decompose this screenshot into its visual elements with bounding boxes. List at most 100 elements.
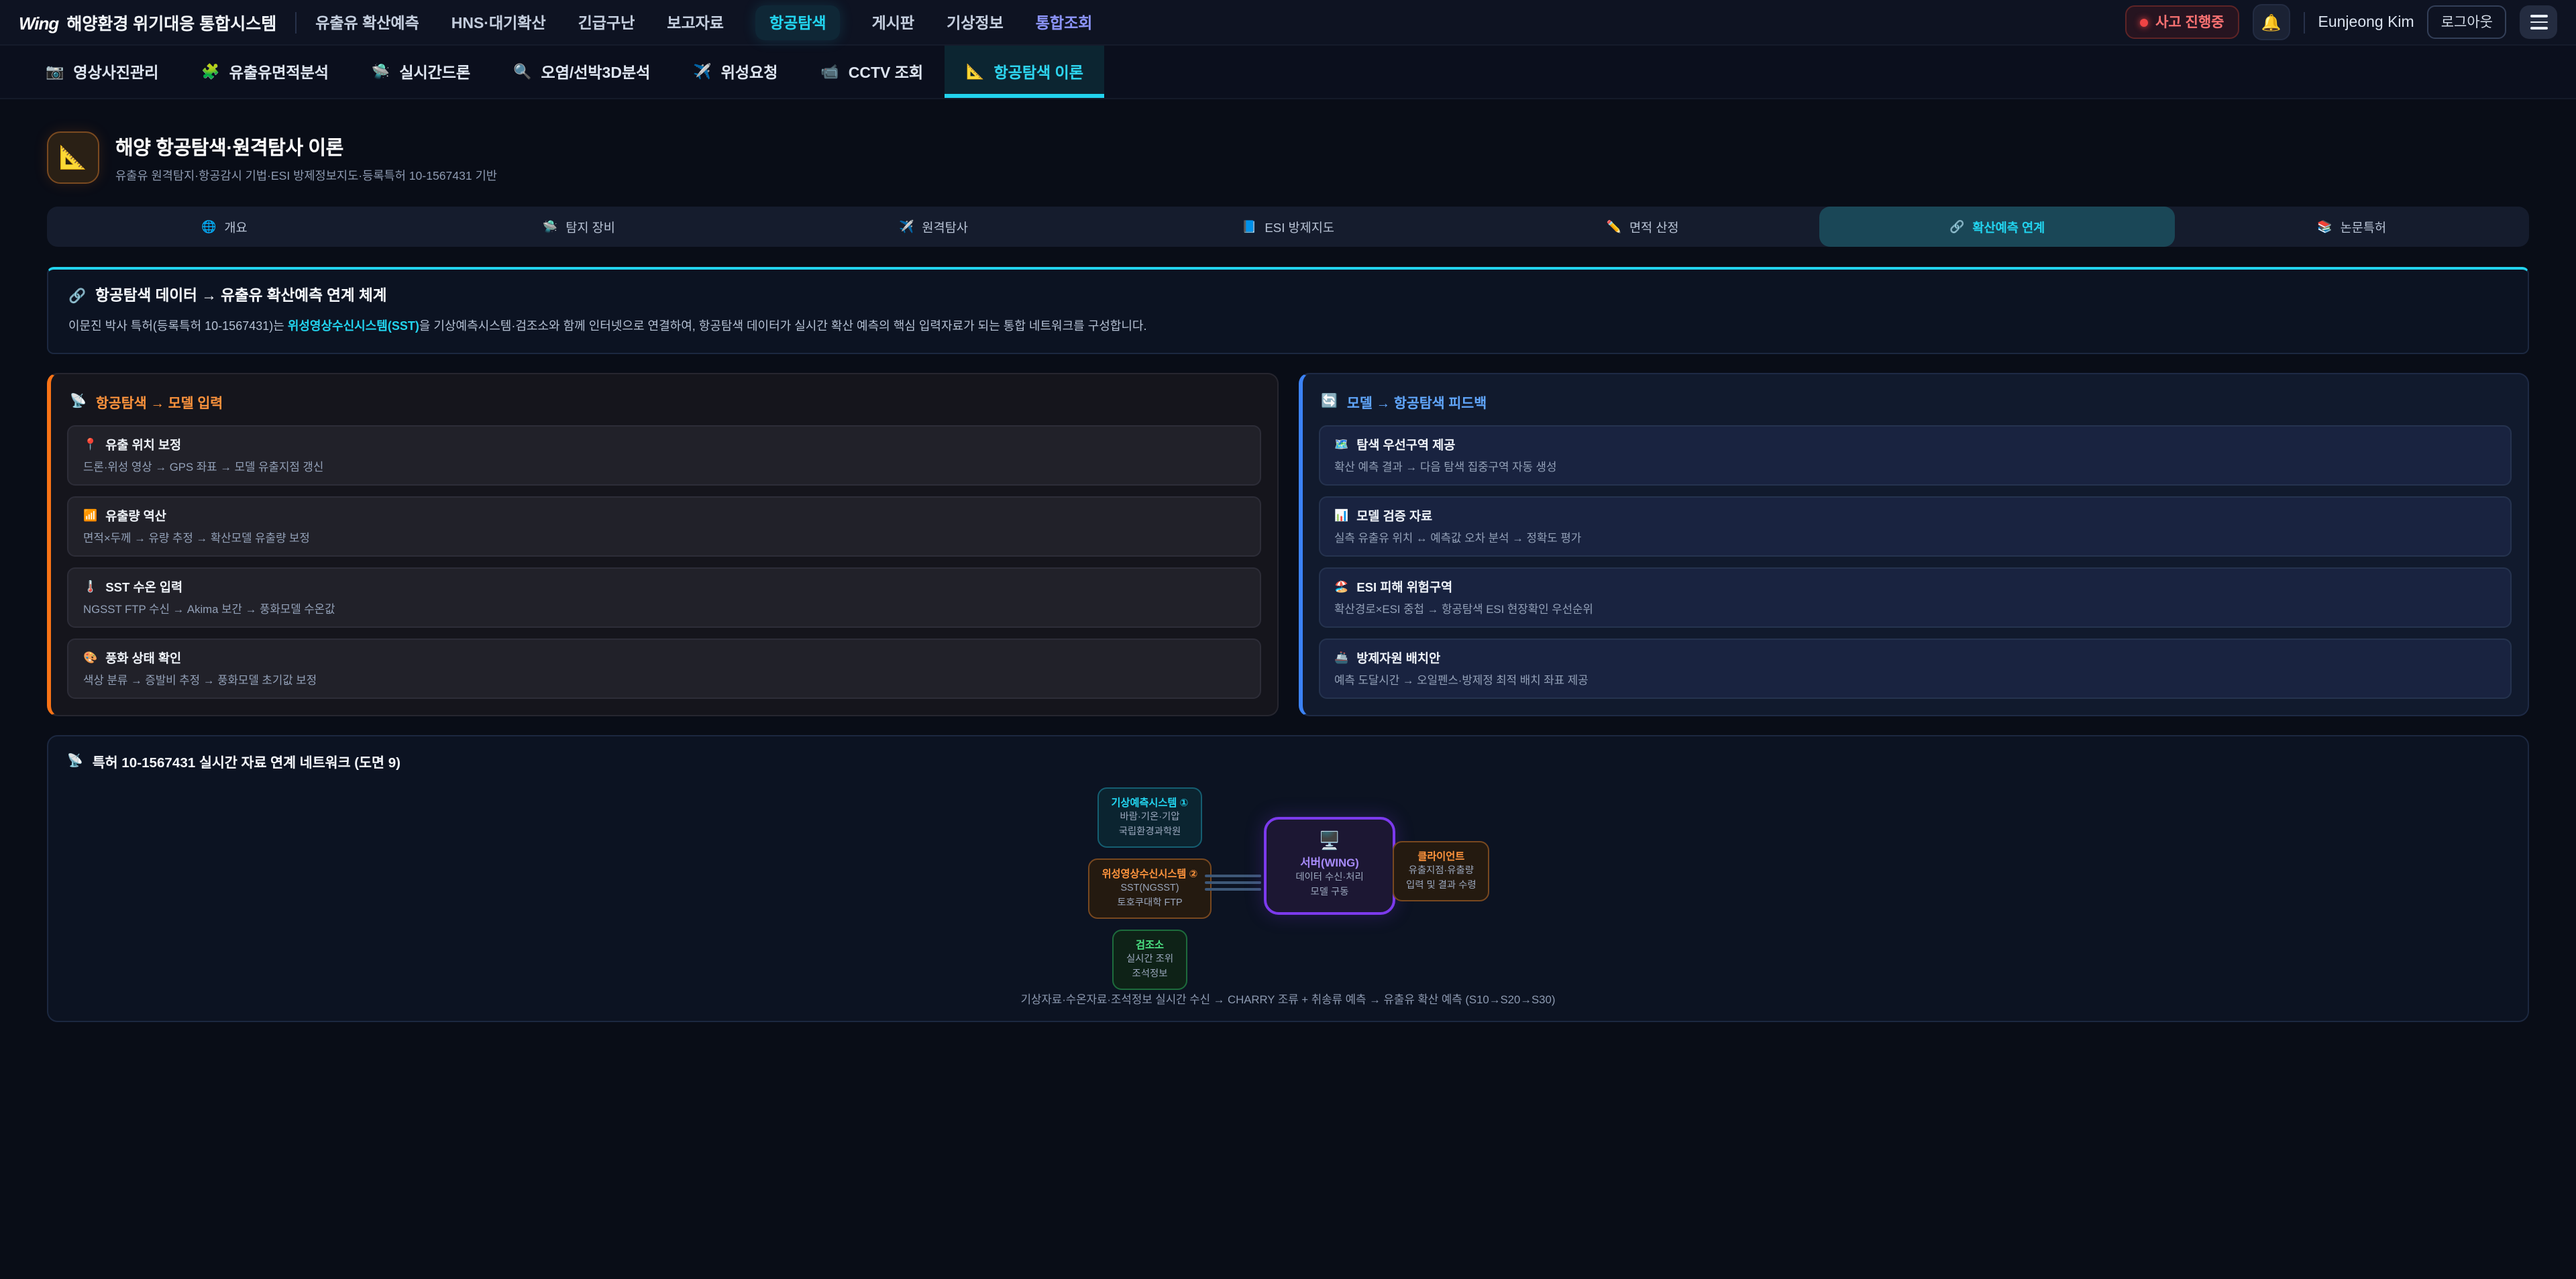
- satellite-antenna-icon: 📡: [67, 754, 83, 769]
- node-line: 데이터 수신·처리: [1277, 871, 1382, 886]
- tab-remote-sensing[interactable]: ✈️ 원격탐사: [756, 207, 1111, 247]
- page-title-group: 해양 항공탐색·원격탐사 이론 유출유 원격탐지·항공감시 기법·ESI 방제정…: [115, 132, 497, 183]
- world-map-icon: 🗺️: [1334, 437, 1348, 451]
- notification-button[interactable]: 🔔: [2253, 4, 2290, 40]
- card-search-to-model: 📡 항공탐색 → 모델 입력 📍 유출 위치 보정 드론·위성 영상 → GPS…: [47, 373, 1278, 716]
- computer-icon: 🖥️: [1277, 830, 1382, 851]
- thermometer-icon: 🌡️: [83, 579, 97, 594]
- nav-item-reports[interactable]: 보고자료: [667, 11, 724, 33]
- subtab-cctv[interactable]: 📹 CCTV 조회: [799, 46, 945, 98]
- top-navigation: Wing 해양환경 위기대응 통합시스템 유출유 확산예측 HNS·대기확산 긴…: [0, 0, 2576, 46]
- tab-detection-equipment[interactable]: 🛸 탐지 장비: [402, 207, 757, 247]
- flow-item: 🎨 풍화 상태 확인 색상 분류 → 증발비 추정 → 풍화모델 초기값 보정: [67, 638, 1260, 699]
- description-text: 이문진 박사 특허(등록특허 10-1567431)는: [68, 319, 288, 333]
- subtab-label: 항공탐색 이론: [994, 61, 1083, 82]
- nav-item-integrated-search[interactable]: 통합조회: [1036, 11, 1093, 33]
- airplane-icon: ✈️: [899, 219, 914, 234]
- nav-item-board[interactable]: 게시판: [872, 11, 915, 33]
- ship-icon: 🚢: [1334, 650, 1348, 665]
- description-text: 을 기상예측시스템·검조소와 함께 인터넷으로 연결하여, 항공탐색 데이터가 …: [419, 319, 1147, 333]
- tab-label: 확산예측 연계: [1972, 217, 2045, 236]
- menu-button[interactable]: [2520, 5, 2557, 39]
- nav-item-aerial-search[interactable]: 항공탐색: [756, 5, 840, 40]
- node-line: 실시간 조위: [1126, 953, 1173, 968]
- flow-cards: 📡 항공탐색 → 모델 입력 📍 유출 위치 보정 드론·위성 영상 → GPS…: [47, 373, 2529, 716]
- tab-esi-map[interactable]: 📘 ESI 방제지도: [1111, 207, 1466, 247]
- hamburger-icon: [2530, 15, 2547, 30]
- card-title-text: 항공탐색 → 모델 입력: [96, 392, 223, 412]
- network-diagram: 기상예측시스템 ① 바람·기온·기압 국립환경과학원 위성영상수신시스템 ② S…: [67, 777, 2509, 989]
- tab-label: ESI 방제지도: [1265, 217, 1334, 236]
- flow-item-desc: 확산 예측 결과 → 다음 탐색 집중구역 자동 생성: [1334, 459, 2496, 475]
- subtab-label: 실시간드론: [399, 61, 470, 82]
- nav-item-weather-info[interactable]: 기상정보: [947, 11, 1004, 33]
- node-title: 위성영상수신시스템 ②: [1102, 867, 1198, 882]
- node-server-wing: 🖥️ 서버(WING) 데이터 수신·처리 모델 구동: [1264, 817, 1395, 915]
- flow-item-title: 유출 위치 보정: [105, 435, 181, 453]
- divider: [295, 11, 297, 33]
- drone-icon: 🛸: [543, 219, 557, 234]
- flow-item-title: 모델 검증 자료: [1356, 506, 1432, 524]
- page-subtitle: 유출유 원격탐지·항공감시 기법·ESI 방제정보지도·등록특허 10-1567…: [115, 166, 497, 183]
- subtab-label: 유출유면적분석: [229, 61, 329, 82]
- flow-item-title: 방제자원 배치안: [1356, 648, 1440, 667]
- connector-line: [1205, 888, 1261, 890]
- section-title-text: 항공탐색 데이터 → 유출유 확산예측 연계 체계: [95, 284, 386, 306]
- tab-overview[interactable]: 🌐 개요: [47, 207, 402, 247]
- logout-button[interactable]: 로그아웃: [2428, 5, 2506, 39]
- flow-item: 🌡️ SST 수온 입력 NGSST FTP 수신 → Akima 보간 → 풍…: [67, 567, 1260, 628]
- tab-label: 원격탐사: [922, 217, 967, 236]
- linkage-intro-section: 🔗 항공탐색 데이터 → 유출유 확산예측 연계 체계 이문진 박사 특허(등록…: [47, 267, 2529, 354]
- network-title: 📡 특허 10-1567431 실시간 자료 연계 네트워크 (도면 9): [67, 751, 2509, 771]
- tab-papers-patents[interactable]: 📚 논문특허: [2174, 207, 2529, 247]
- tab-diffusion-forecast-link[interactable]: 🔗 확산예측 연계: [1820, 207, 2175, 247]
- page-badge: 📐: [47, 131, 99, 184]
- connector-line: [1205, 875, 1261, 877]
- link-icon: 🔗: [68, 286, 86, 304]
- flow-item-desc: 예측 도달시간 → 오일펜스·방제정 최적 배치 좌표 제공: [1334, 672, 2496, 688]
- nav-item-emergency-rescue[interactable]: 긴급구난: [578, 11, 635, 33]
- patent-network-section: 📡 특허 10-1567431 실시간 자료 연계 네트워크 (도면 9) 기상…: [47, 735, 2529, 1022]
- subtab-photo-management[interactable]: 📷 영상사진관리: [24, 46, 180, 98]
- top-right-cluster: 사고 진행중 🔔 Eunjeong Kim 로그아웃: [2125, 4, 2557, 40]
- node-title: 클라이언트: [1406, 849, 1477, 865]
- flow-item-title: ESI 피해 위험구역: [1356, 577, 1452, 596]
- section-description: 이문진 박사 특허(등록특허 10-1567431)는 위성영상수신시스템(SS…: [68, 318, 2508, 335]
- subtab-aerial-search-theory[interactable]: 📐 항공탐색 이론: [945, 46, 1105, 98]
- node-title: 검조소: [1126, 938, 1173, 953]
- puzzle-icon: 🧩: [201, 63, 219, 80]
- flow-item-title: 유출량 역산: [105, 506, 166, 524]
- incident-status-badge[interactable]: 사고 진행중: [2125, 5, 2239, 39]
- tab-label: 개요: [224, 217, 247, 236]
- brand-title: 해양환경 위기대응 통합시스템: [66, 9, 276, 35]
- tab-label: 탐지 장비: [566, 217, 615, 236]
- subtab-label: 오염/선박3D분석: [541, 61, 651, 82]
- node-satellite-receiver: 위성영상수신시스템 ② SST(NGSST) 토호쿠대학 FTP: [1089, 858, 1212, 919]
- node-line: 바람·기온·기압: [1112, 811, 1189, 826]
- bar-chart-icon: 📊: [1334, 508, 1348, 522]
- tab-area-calculation[interactable]: ✏️ 면적 산정: [1465, 207, 1820, 247]
- viewport: Wing 해양환경 위기대응 통합시스템 유출유 확산예측 HNS·대기확산 긴…: [0, 0, 2576, 1279]
- node-line: 토호쿠대학 FTP: [1102, 896, 1198, 911]
- incident-label: 사고 진행중: [2155, 12, 2224, 32]
- card-title: 🔄 모델 → 항공탐색 피드백: [1321, 392, 2509, 412]
- node-line: 국립환경과학원: [1112, 825, 1189, 840]
- user-name: Eunjeong Kim: [2318, 14, 2414, 30]
- subtab-pollution-ship-3d[interactable]: 🔍 오염/선박3D분석: [492, 46, 672, 98]
- node-tide-station: 검조소 실시간 조위 조석정보: [1113, 930, 1187, 990]
- main-nav: 유출유 확산예측 HNS·대기확산 긴급구난 보고자료 항공탐색 게시판 기상정…: [315, 5, 2106, 40]
- subtab-realtime-drone[interactable]: 🛸 실시간드론: [350, 46, 492, 98]
- node-line: 유출지점·유출량: [1406, 865, 1477, 879]
- network-title-text: 특허 10-1567431 실시간 자료 연계 네트워크 (도면 9): [93, 751, 400, 771]
- subtab-spill-area-analysis[interactable]: 🧩 유출유면적분석: [180, 46, 350, 98]
- subtab-satellite-request[interactable]: ✈️ 위성요청: [672, 46, 799, 98]
- nav-item-spill-forecast[interactable]: 유출유 확산예측: [315, 11, 419, 33]
- node-line: 조석정보: [1126, 967, 1173, 982]
- node-title: 서버(WING): [1277, 854, 1382, 871]
- flow-item: 📍 유출 위치 보정 드론·위성 영상 → GPS 좌표 → 모델 유출지점 갱…: [67, 425, 1260, 486]
- brand-logo: Wing: [19, 13, 58, 34]
- flow-item: 📶 유출량 역산 면적×두께 → 유량 추정 → 확산모델 유출량 보정: [67, 496, 1260, 557]
- section-tabs: 🌐 개요 🛸 탐지 장비 ✈️ 원격탐사 📘 ESI 방제지도 ✏️ 면적 산정…: [47, 207, 2529, 247]
- nav-item-hns-atmospheric[interactable]: HNS·대기확산: [451, 11, 546, 33]
- main-content: 📐 해양 항공탐색·원격탐사 이론 유출유 원격탐지·항공감시 기법·ESI 방…: [0, 131, 2576, 1022]
